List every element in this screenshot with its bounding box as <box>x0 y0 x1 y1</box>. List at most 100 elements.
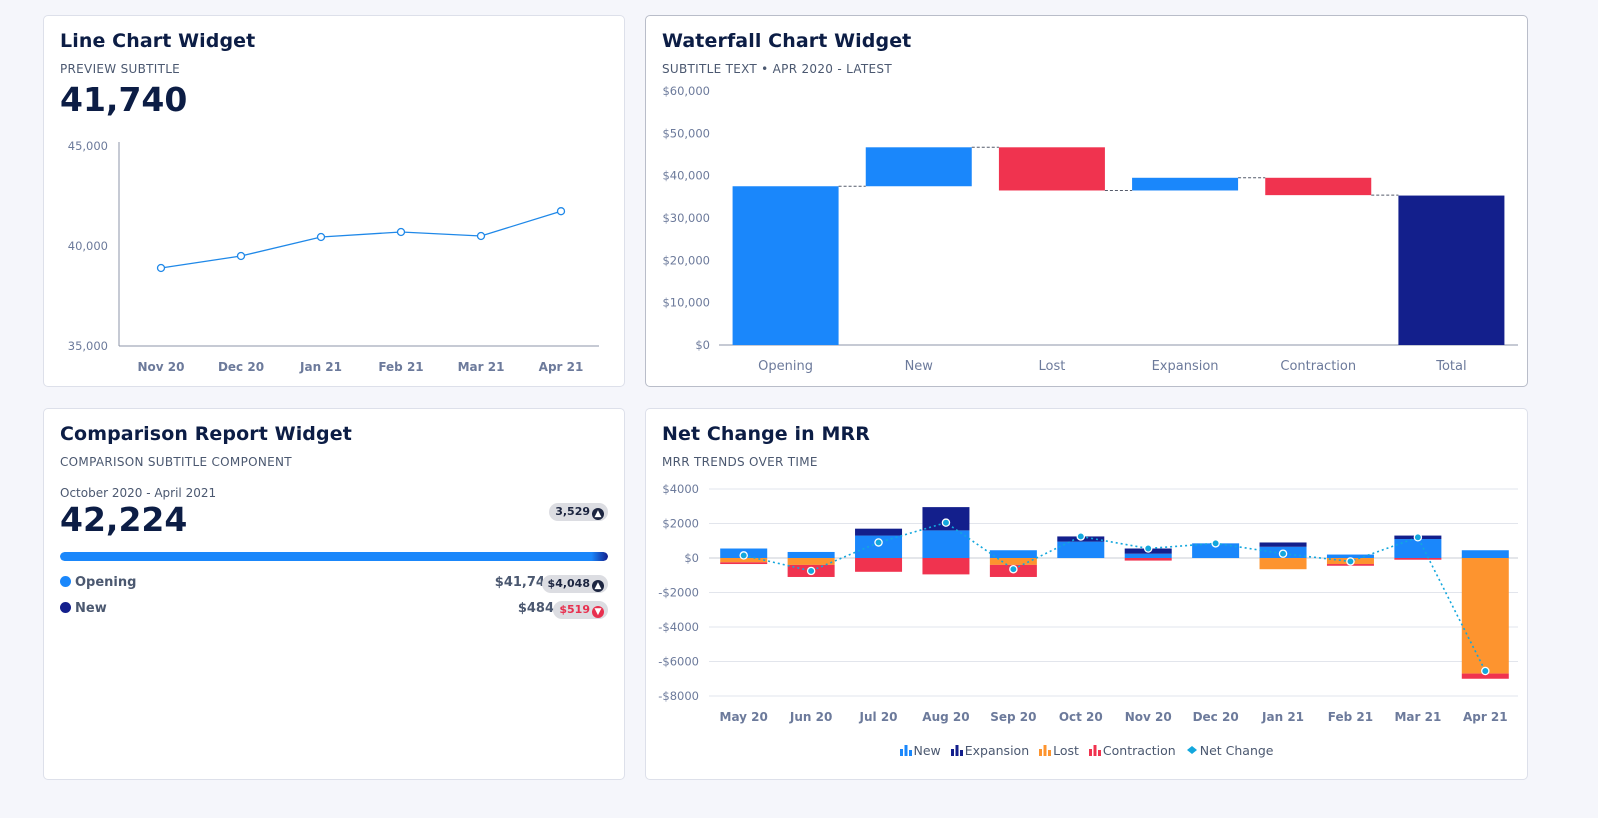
legend-label: Net Change <box>1199 743 1274 758</box>
y-tick-label: $60,000 <box>662 84 710 98</box>
y-tick-label: -$6000 <box>658 655 699 669</box>
x-tick-label: Jul 20 <box>859 710 898 724</box>
y-tick-label: $30,000 <box>662 211 710 225</box>
net-change-point <box>1481 666 1490 676</box>
legend-item-new[interactable]: New <box>899 743 941 758</box>
x-tick-label: Aug 20 <box>922 710 969 724</box>
bar-chart-icon <box>899 745 912 756</box>
bar-new <box>989 550 1037 558</box>
line-chart-widget: Line Chart Widget PREVIEW SUBTITLE 41,74… <box>43 15 625 387</box>
legend-item-expansion[interactable]: Expansion <box>950 743 1030 758</box>
legend-label: Expansion <box>964 743 1030 758</box>
x-tick-label: Dec 20 <box>218 360 264 374</box>
x-tick-label: New <box>905 359 934 374</box>
comparison-row-opening: Opening $41,740 $4,048 ▲ <box>60 575 608 595</box>
x-tick-label: Sep 20 <box>990 710 1036 724</box>
arrow-down-icon: ▼ <box>592 606 604 618</box>
x-tick-label: Feb 21 <box>1328 710 1373 724</box>
waterfall-bar <box>1132 177 1239 191</box>
mrr-chart: -$8000 -$6000 -$4000 -$2000 $0 $2000 $4000 May … <box>658 482 1518 724</box>
y-tick-label: 45,000 <box>68 139 108 153</box>
row-change-badge: $519 ▼ <box>553 601 608 619</box>
total-change-value: 3,529 <box>555 505 590 518</box>
comparison-row-new: New $484 $519 ▼ <box>60 601 608 621</box>
chart-legend: New Expansion Lost Contraction Net Chang… <box>646 743 1527 758</box>
waterfall-chart: $0 $10,000 $20,000 $30,000 $40,000 $50,000 $60… <box>662 84 1518 374</box>
net-change-point <box>941 518 951 527</box>
bar-chart-icon <box>950 745 963 756</box>
x-tick-label: Feb 21 <box>378 360 423 374</box>
row-change-value: $4,048 <box>547 577 590 590</box>
y-tick-label: 40,000 <box>68 239 108 253</box>
row-label: New <box>75 601 107 616</box>
y-tick-label: -$2000 <box>658 586 699 600</box>
x-tick-label: Nov 20 <box>138 360 185 374</box>
x-tick-label: Jan 21 <box>1261 710 1304 724</box>
net-change-point <box>874 538 883 547</box>
row-label: Opening <box>75 575 137 590</box>
bar-chart-icon <box>1039 745 1052 756</box>
data-point <box>156 263 166 273</box>
legend-label: Contraction <box>1102 743 1176 758</box>
waterfall-bar <box>1398 195 1505 345</box>
x-tick-label: Oct 20 <box>1059 710 1103 724</box>
arrow-up-icon: ▲ <box>592 508 604 520</box>
bar-new <box>1394 539 1442 558</box>
y-tick-label: -$8000 <box>658 689 699 703</box>
bar-contraction <box>922 558 970 575</box>
net-change-point <box>1346 557 1355 566</box>
series-line <box>160 210 562 269</box>
legend-item-lost[interactable]: Lost <box>1039 743 1079 758</box>
bar-contraction <box>1124 558 1172 561</box>
net-change-point <box>1143 544 1153 553</box>
net-change-point <box>1413 533 1423 542</box>
x-tick-label: Contraction <box>1280 359 1356 374</box>
bar-contraction <box>855 558 903 572</box>
net-change-point <box>739 551 748 560</box>
legend-item-net-change[interactable]: Net Change <box>1186 743 1274 758</box>
x-tick-label: Nov 20 <box>1125 710 1172 724</box>
bar-lost <box>787 558 835 565</box>
widget-subtitle: COMPARISON SUBTITLE COMPONENT <box>60 455 292 469</box>
period-label: October 2020 - April 2021 <box>60 486 217 500</box>
waterfall-bar <box>865 147 972 187</box>
series-dot <box>60 576 71 587</box>
y-tick-label: $40,000 <box>662 169 710 183</box>
row-value: $484 <box>517 601 554 616</box>
net-change-point <box>1278 549 1288 558</box>
bar-contraction <box>720 562 768 565</box>
headline-value: 42,224 <box>60 500 188 539</box>
bar-lost <box>989 558 1037 565</box>
net-change-mrr-widget: Net Change in MRR MRR TRENDS OVER TIME -… <box>645 408 1528 780</box>
legend-item-contraction[interactable]: Contraction <box>1088 743 1176 758</box>
net-change-line <box>743 521 1487 672</box>
progress-track <box>60 552 608 561</box>
y-tick-label: $50,000 <box>662 126 710 140</box>
x-tick-label: Mar 21 <box>458 360 505 374</box>
series-dot <box>60 602 71 613</box>
progress-fill <box>60 552 608 561</box>
x-tick-label: Apr 21 <box>539 360 584 374</box>
data-point <box>316 232 326 242</box>
net-change-point <box>1211 539 1220 548</box>
x-tick-label: Opening <box>758 359 813 374</box>
net-change-point <box>1009 564 1018 574</box>
net-change-point <box>806 566 816 576</box>
y-tick-label: $4000 <box>662 482 699 496</box>
x-tick-label: Lost <box>1038 359 1065 374</box>
x-tick-label: May 20 <box>720 710 768 724</box>
waterfall-chart-widget[interactable]: Waterfall Chart Widget SUBTITLE TEXT • A… <box>645 15 1528 387</box>
y-tick-label: 35,000 <box>68 339 108 353</box>
x-tick-label: Jan 21 <box>299 360 342 374</box>
bar-new <box>787 551 835 558</box>
widget-title: Comparison Report Widget <box>60 423 352 445</box>
data-point <box>396 227 406 237</box>
bar-expansion <box>1259 542 1307 547</box>
x-tick-label: Jun 20 <box>789 710 832 724</box>
bar-new <box>1461 550 1509 558</box>
y-tick-label: -$4000 <box>658 620 699 634</box>
bar-contraction <box>1394 558 1442 560</box>
bar-lost <box>1461 558 1509 674</box>
data-point <box>476 231 486 241</box>
y-tick-label: $2000 <box>662 517 699 531</box>
